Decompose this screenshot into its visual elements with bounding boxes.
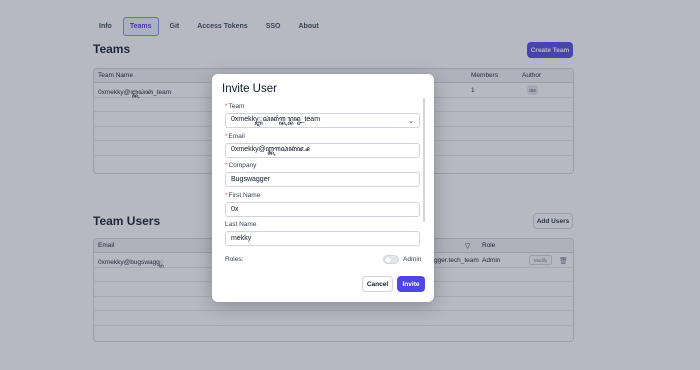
first-name-label: *First Name (225, 192, 261, 199)
roles-label: Roles: (225, 256, 244, 263)
toggle-knob (385, 257, 391, 263)
company-field[interactable]: Bugswagger (225, 172, 420, 187)
admin-toggle[interactable] (383, 255, 399, 264)
admin-label: Admin (403, 256, 422, 263)
invite-button[interactable]: Invite (397, 276, 425, 292)
team-label: *Team (225, 103, 245, 110)
last-name-field[interactable]: mekky (225, 231, 420, 246)
modal-title: Invite User (222, 83, 277, 95)
first-name-field[interactable]: 0x (225, 202, 420, 217)
chevron-down-icon: ⌄ (408, 118, 414, 125)
invite-user-modal: Invite User (212, 74, 434, 302)
team-select[interactable]: 0xmekky꧀ꦆꦱꦁꦏꦂꦒ꧀ꦏꦫ꧀ꦧꦤ꧀ꦗ_team ⌄ (225, 113, 420, 128)
email-field[interactable]: 0xmekky@ꦆ꧀ꦏꦒꦱꦁꦏꦁꦗ꧀ꦱ (225, 143, 420, 158)
email-label: *Email (225, 133, 245, 140)
team-select-value: 0xmekky꧀ꦆꦱꦁꦏꦂꦒ꧀ꦏꦫ꧀ꦧꦤ꧀ꦗ_team (231, 115, 321, 123)
cancel-button[interactable]: Cancel (362, 276, 393, 292)
company-label: *Company (225, 162, 257, 169)
last-name-label: Last Name (225, 221, 257, 228)
modal-scrollbar[interactable] (423, 98, 425, 222)
